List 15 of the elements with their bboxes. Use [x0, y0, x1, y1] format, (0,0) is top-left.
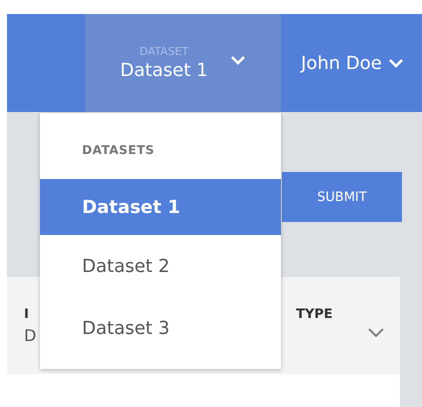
chevron-down-icon — [230, 55, 246, 65]
field-value: D — [24, 326, 38, 345]
field-label: TYPE — [296, 307, 333, 324]
chevron-down-icon[interactable] — [366, 327, 385, 338]
dataset-option[interactable]: Dataset 3 — [40, 297, 281, 359]
user-menu[interactable]: John Doe — [281, 14, 382, 112]
selector-label: DATASET — [139, 45, 188, 58]
chevron-down-icon — [388, 58, 404, 68]
submit-button[interactable]: SUBMIT — [282, 172, 402, 222]
dataset-selector[interactable]: DATASET Dataset 1 — [85, 14, 281, 112]
dropdown-heading: DATASETS — [81, 142, 156, 159]
dataset-option[interactable]: Dataset 2 — [40, 235, 281, 297]
dataset-option[interactable]: Dataset 1 — [40, 179, 281, 235]
field-label: I — [24, 307, 30, 322]
selector-value: Dataset 1 — [120, 60, 208, 81]
